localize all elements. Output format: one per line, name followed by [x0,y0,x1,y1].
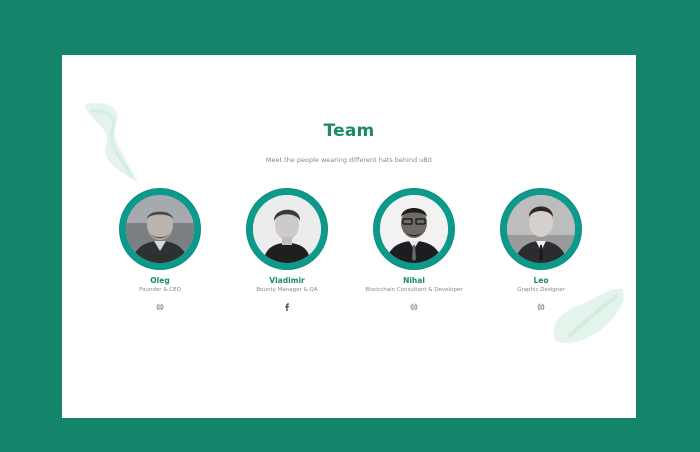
globe-icon[interactable] [156,303,164,311]
member-role: Founder & CEO [139,287,181,293]
facebook-icon[interactable] [283,303,291,311]
team-member-vladimir: Vladimir Bounty Manager & QA [224,189,350,311]
avatar-ring [501,189,581,269]
section-title: Team [323,121,375,141]
avatar-ring [120,189,200,269]
avatar-ring [374,189,454,269]
section-subtitle: Meet the people wearing different hats b… [265,156,433,164]
member-name: Nihal [403,276,425,285]
avatar [253,195,321,263]
decorative-swirl-left [84,103,138,183]
avatar [507,195,575,263]
team-member-leo: Leo Graphic Designer [478,189,604,311]
globe-icon[interactable] [410,303,418,311]
team-member-oleg: Oleg Founder & CEO [97,189,223,311]
avatar [380,195,448,263]
avatar-ring [247,189,327,269]
member-name: Vladimir [269,276,305,285]
member-role: Blockchain Consultant & Developer [365,287,463,293]
member-name: Leo [533,276,549,285]
member-role: Graphic Designer [517,287,565,293]
member-name: Oleg [150,276,170,285]
member-role: Bounty Manager & QA [256,287,318,293]
avatar [126,195,194,263]
team-card: Team Meet the people wearing different h… [62,55,636,418]
team-member-nihal: Nihal Blockchain Consultant & Developer [351,189,477,311]
globe-icon[interactable] [537,303,545,311]
